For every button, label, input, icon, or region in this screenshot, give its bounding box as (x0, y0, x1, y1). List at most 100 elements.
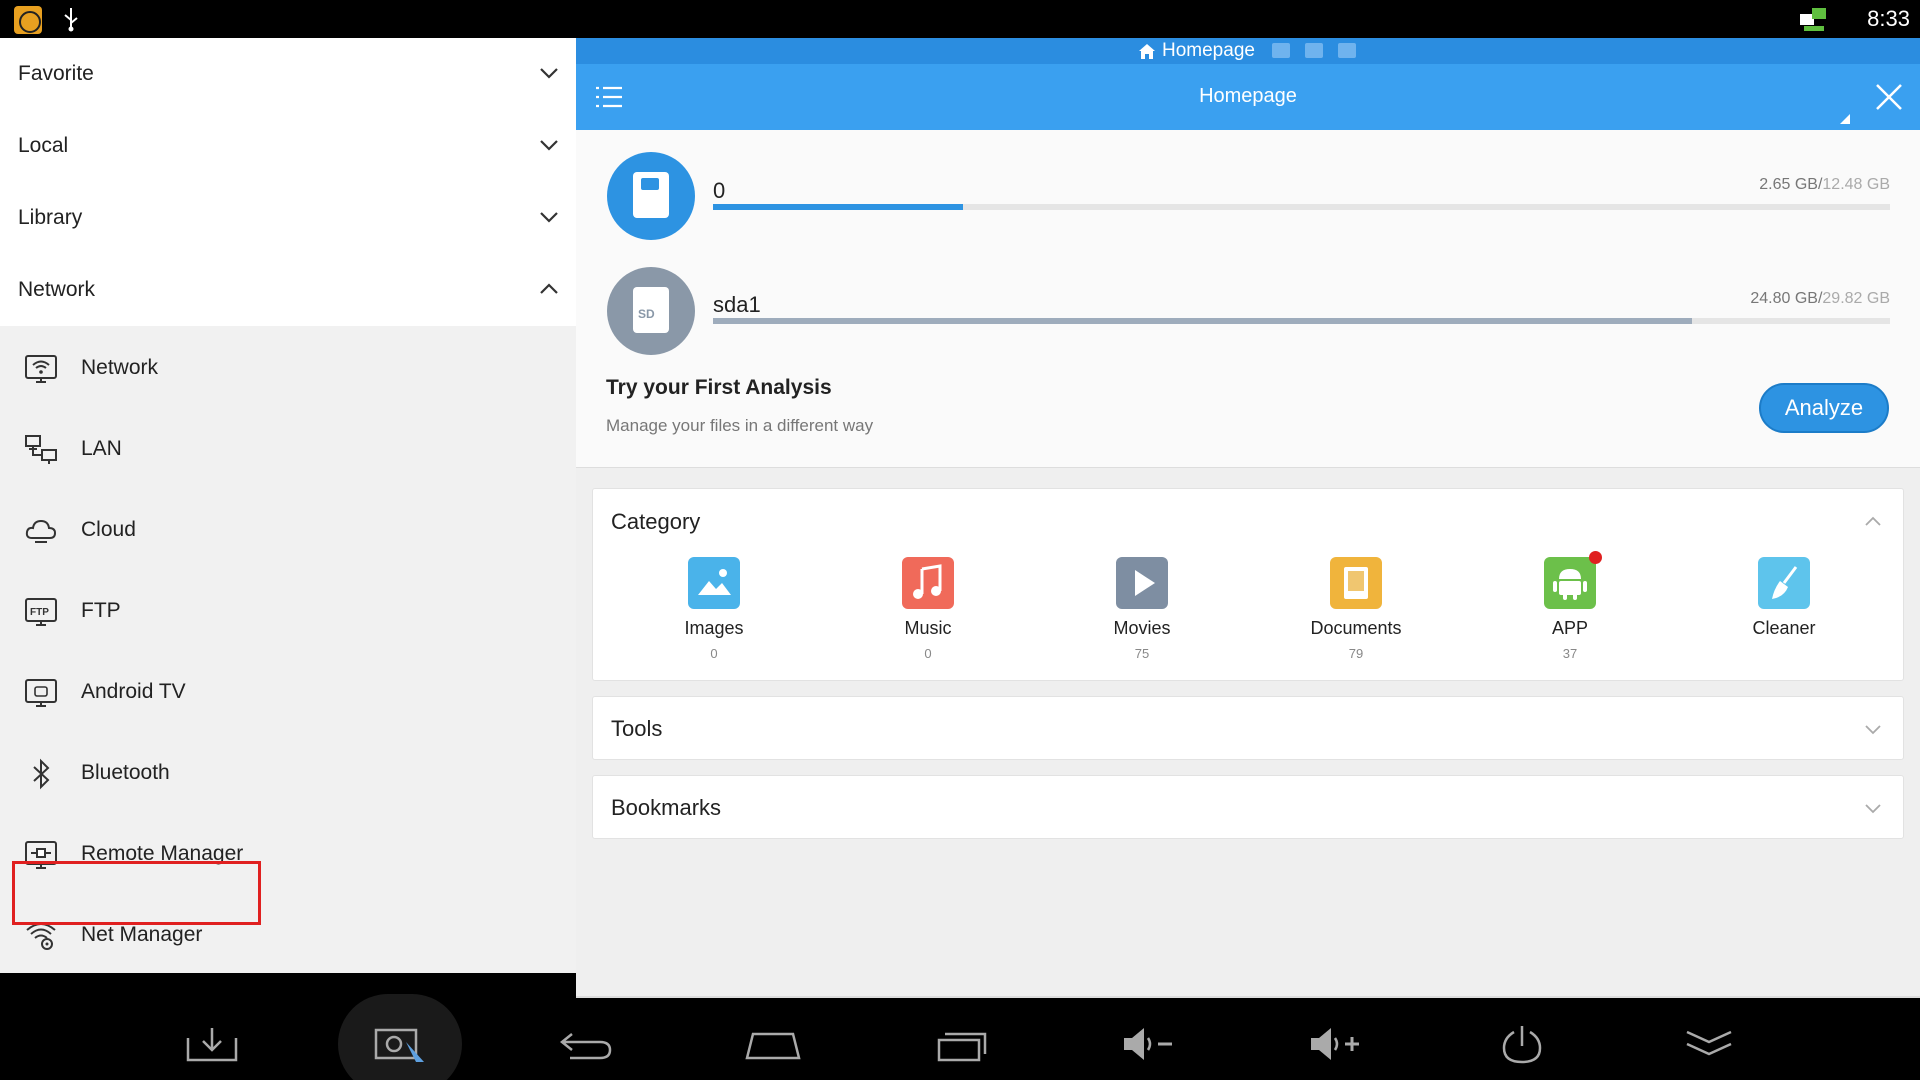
category-count: 37 (1562, 646, 1578, 661)
category-documents[interactable]: Documents 79 (1286, 557, 1426, 661)
wifi-monitor-icon (25, 355, 57, 383)
drawer-item-bluetooth[interactable]: Bluetooth (0, 733, 576, 814)
section-local[interactable]: Local (0, 110, 576, 182)
tab-label: Homepage (1162, 40, 1255, 61)
clock: 8:33 (1867, 6, 1910, 31)
drawer-item-lan[interactable]: LAN (0, 409, 576, 490)
storage-total: 12.48 GB (1822, 176, 1890, 193)
category-images[interactable]: Images 0 (644, 557, 784, 661)
toolbar: Homepage (576, 64, 1920, 130)
chevron-down-icon (540, 140, 558, 151)
cleaner-broom-icon (1758, 557, 1810, 609)
tab-bar: Homepage (576, 38, 1920, 64)
category-count: 0 (710, 646, 718, 661)
category-label: Music (904, 618, 952, 638)
music-icon (902, 557, 954, 609)
drawer-item-ftp[interactable]: FTP FTP (0, 571, 576, 652)
chevron-up-icon (540, 283, 558, 294)
bookmarks-title: Bookmarks (611, 795, 722, 820)
images-icon (688, 557, 740, 609)
collapse-icon[interactable] (1679, 1022, 1739, 1066)
cloud-icon (25, 519, 57, 543)
ethernet-icon (1800, 8, 1826, 31)
drawer-item-label: Net Manager (81, 923, 203, 946)
storage-name[interactable]: sda1 (713, 292, 761, 318)
tools-card[interactable]: Tools (592, 696, 1904, 760)
drawer-item-label: Android TV (81, 680, 186, 703)
selection-highlight (12, 861, 261, 925)
category-label: APP (1551, 618, 1589, 638)
system-navigation-bar (0, 994, 1920, 1080)
storage-used: 2.65 GB (1759, 176, 1818, 193)
back-icon[interactable] (556, 1022, 616, 1066)
drawer-item-network[interactable]: Network (0, 328, 576, 409)
drawer-item-label: LAN (81, 437, 122, 460)
bookmarks-card[interactable]: Bookmarks (592, 775, 1904, 839)
category-title: Category (611, 509, 701, 534)
category-movies[interactable]: Movies 75 (1072, 557, 1212, 661)
drawer-item-label: Network (81, 356, 159, 379)
storage-used: 24.80 GB (1750, 290, 1818, 307)
app-notification-icon (14, 6, 42, 34)
drawer-item-label: Bluetooth (81, 761, 170, 784)
internal-storage-icon[interactable] (607, 152, 695, 240)
storage-size: 2.65 GB/12.48 GB (1759, 176, 1890, 193)
drawer-item-cloud[interactable]: Cloud (0, 490, 576, 571)
volume-down-icon[interactable] (1118, 1022, 1178, 1066)
category-count: 0 (924, 646, 932, 661)
section-label: Favorite (18, 62, 94, 85)
section-label: Network (18, 278, 96, 301)
analyze-button[interactable]: Analyze (1759, 383, 1889, 433)
analysis-subtitle: Manage your files in a different way (606, 416, 874, 435)
main-panel: Homepage Homepage 0 2.65 GB/12.48 GB SD … (576, 38, 1920, 998)
storage-usage-bar (713, 204, 1890, 210)
power-icon[interactable] (1492, 1022, 1552, 1066)
close-icon[interactable] (1874, 82, 1904, 112)
storage-total: 29.82 GB (1822, 290, 1890, 307)
documents-icon (1330, 557, 1382, 609)
category-music[interactable]: Music 0 (858, 557, 998, 661)
svg-text:FTP: FTP (30, 607, 49, 618)
category-count: 75 (1134, 646, 1150, 661)
tab-chat-icon[interactable] (1272, 43, 1290, 58)
drawer-item-label: FTP (81, 599, 121, 622)
chevron-down-icon (540, 212, 558, 223)
ftp-icon: FTP (25, 598, 57, 626)
navigation-drawer: Favorite Local Library Network Network L… (0, 38, 576, 973)
screenshot-icon[interactable] (370, 1022, 430, 1066)
storage-name[interactable]: 0 (713, 178, 725, 204)
storage-usage-bar (713, 318, 1890, 324)
recent-apps-icon[interactable] (931, 1022, 991, 1066)
category-label: Cleaner (1752, 618, 1816, 638)
chevron-down-icon (540, 68, 558, 79)
home-nav-icon[interactable] (743, 1022, 803, 1066)
status-bar: 8:33 (0, 0, 1920, 38)
section-network[interactable]: Network (0, 254, 576, 326)
category-label: Movies (1113, 618, 1171, 638)
category-cleaner[interactable]: Cleaner (1714, 557, 1854, 646)
section-favorite[interactable]: Favorite (0, 38, 576, 110)
bluetooth-icon (33, 758, 50, 790)
tab-printer-icon[interactable] (1305, 43, 1323, 58)
volume-up-icon[interactable] (1305, 1022, 1365, 1066)
movies-icon (1116, 557, 1168, 609)
tab-window-icon[interactable] (1338, 43, 1356, 58)
drawer-item-label: Cloud (81, 518, 136, 541)
section-library[interactable]: Library (0, 182, 576, 254)
sd-card-icon[interactable]: SD (607, 267, 695, 355)
android-tv-icon (25, 679, 57, 707)
category-count: 79 (1348, 646, 1364, 661)
tools-title: Tools (611, 716, 663, 741)
lan-icon (25, 435, 57, 464)
android-app-icon (1544, 551, 1602, 609)
drawer-item-android-tv[interactable]: Android TV (0, 652, 576, 733)
storage-size: 24.80 GB/29.82 GB (1750, 290, 1890, 307)
category-card: Category Images 0 Music 0 Movies 75 Docu… (592, 488, 1904, 681)
download-icon[interactable] (182, 1022, 242, 1066)
chevron-up-icon[interactable] (1863, 511, 1883, 531)
category-app[interactable]: APP 37 (1500, 551, 1640, 661)
analysis-title: Try your First Analysis (606, 376, 832, 399)
category-label: Images (684, 618, 744, 638)
tab-homepage[interactable]: Homepage (1138, 40, 1255, 62)
storage-usage-fill (713, 318, 1693, 324)
